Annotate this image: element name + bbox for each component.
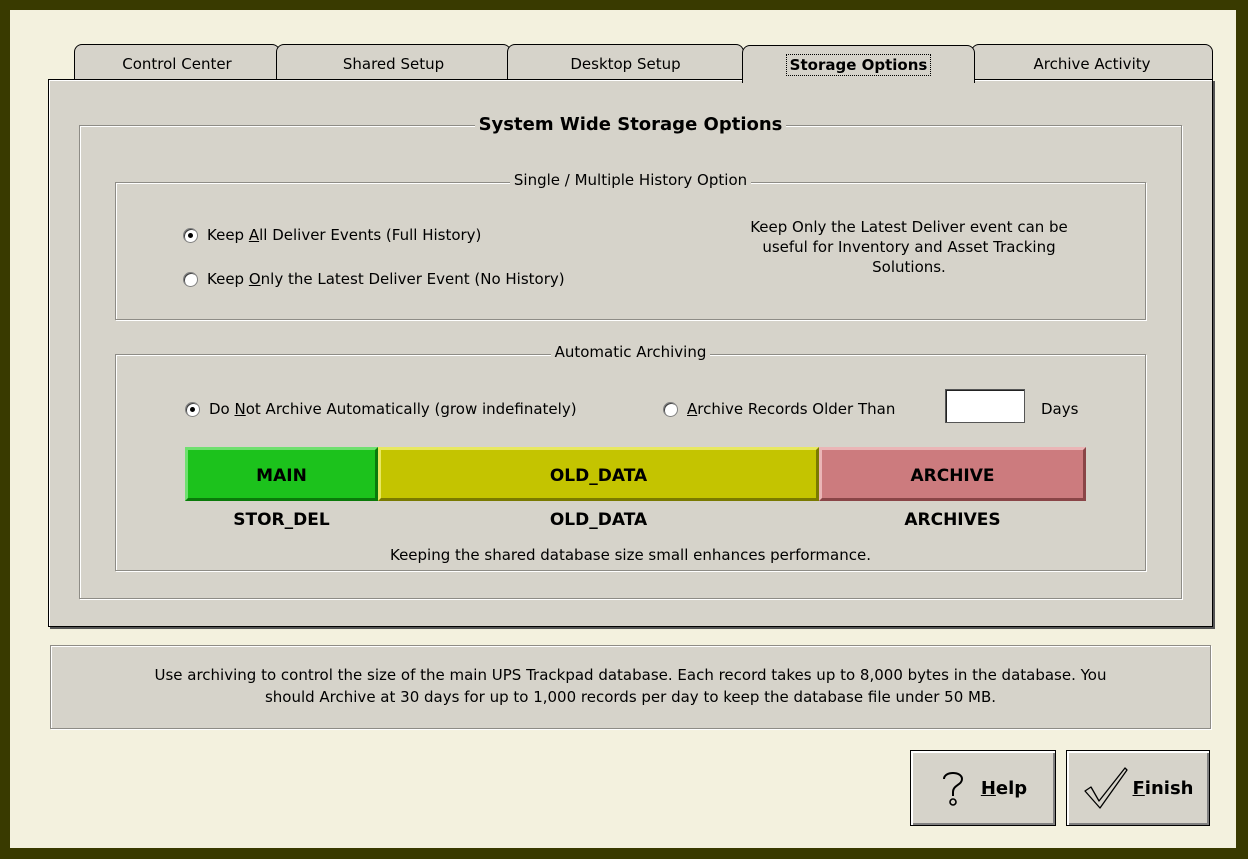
archive-older-than-radio[interactable]: Archive Records Older Than [663,400,895,418]
radio-selected-icon[interactable] [183,227,198,243]
archiving-info-box: Use archiving to control the size of the… [50,645,1211,729]
tab-control-center[interactable]: Control Center [74,44,280,80]
days-label: Days [1041,400,1079,418]
days-input[interactable] [945,389,1025,423]
question-icon [942,772,963,806]
group-title: System Wide Storage Options [80,114,1181,135]
tab-archive-activity[interactable]: Archive Activity [971,44,1213,80]
radio-label: Archive Records Older Than [687,400,896,418]
main-database-label: STOR_DEL [233,510,330,530]
archiving-footnote: Keeping the shared database size small e… [389,546,871,564]
archive-database-bar: ARCHIVE [819,447,1086,501]
radio-label: Do Not Archive Automatically (grow indef… [209,400,577,418]
tab-label: Desktop Setup [570,55,681,73]
tab-label: Archive Activity [1033,55,1151,73]
group-title: Automatic Archiving [116,343,1145,361]
tab-label: Control Center [122,55,232,73]
tab-storage-options[interactable]: Storage Options [742,45,975,83]
help-label: Help [980,777,1028,799]
finish-label: Finish [1132,777,1194,799]
keep-all-events-radio[interactable]: Keep All Deliver Events (Full History) [183,226,481,244]
checkmark-icon [1083,767,1128,809]
tab-panel: System Wide Storage Options Single / Mul… [48,79,1213,627]
old-data-database-bar: OLD_DATA [378,447,819,501]
tab-label: Shared Setup [342,55,445,73]
radio-selected-icon[interactable] [185,401,200,417]
group-title: Single / Multiple History Option [116,171,1145,189]
archive-database-label: ARCHIVES [904,510,1001,530]
radio-label: Keep All Deliver Events (Full History) [207,226,482,244]
help-button[interactable]: Help [910,750,1056,826]
old-data-database-label: OLD_DATA [549,510,648,530]
history-note: Keep Only the Latest Deliver event can b… [750,218,1068,276]
main-database-bar: MAIN [185,447,378,501]
tab-label: Storage Options [785,54,932,76]
keep-latest-event-radio[interactable]: Keep Only the Latest Deliver Event (No H… [183,270,565,288]
radio-unselected-icon[interactable] [183,271,198,287]
do-not-archive-radio[interactable]: Do Not Archive Automatically (grow indef… [185,400,577,418]
tab-desktop-setup[interactable]: Desktop Setup [507,44,744,80]
tab-shared-setup[interactable]: Shared Setup [276,44,511,80]
finish-button[interactable]: Finish [1066,750,1210,826]
radio-unselected-icon[interactable] [663,401,678,417]
radio-label: Keep Only the Latest Deliver Event (No H… [207,270,565,288]
